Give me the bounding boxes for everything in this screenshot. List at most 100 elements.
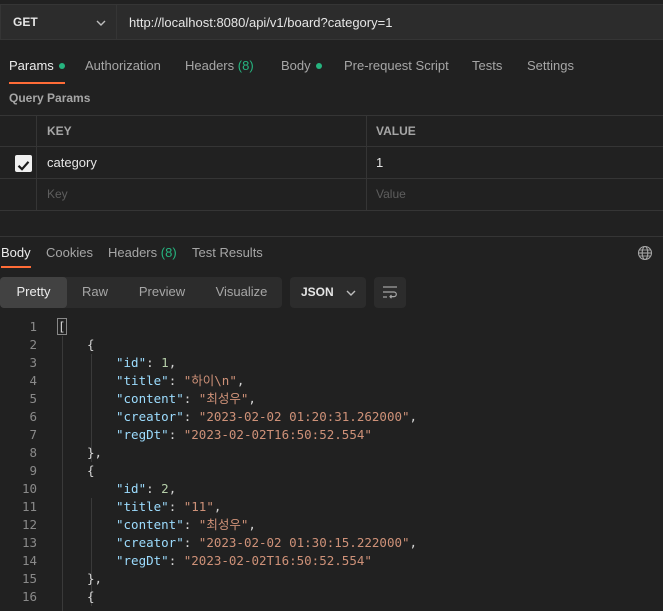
json-colon: :: [183, 535, 199, 550]
chevron-down-icon: [346, 290, 356, 296]
tab-authorization[interactable]: Authorization: [85, 52, 161, 84]
json-bracket: {: [87, 463, 95, 478]
code-line: 16 {: [0, 588, 663, 606]
new-value-field[interactable]: Value: [367, 179, 663, 211]
code-text: "title": "하이\n",: [116, 372, 244, 390]
tab-settings[interactable]: Settings: [527, 52, 574, 84]
code-line: 4 "title": "하이\n",: [0, 372, 663, 390]
code-text: "id": 1,: [116, 354, 176, 372]
json-colon: :: [183, 409, 199, 424]
view-mode-raw[interactable]: Raw: [67, 277, 123, 308]
line-number: 9: [29, 463, 37, 478]
code-line: 9{: [0, 462, 663, 480]
tab-params[interactable]: Params: [9, 52, 65, 84]
line-number: 8: [29, 445, 37, 460]
param-enabled-checkbox[interactable]: [15, 155, 32, 172]
method-label: GET: [13, 15, 38, 29]
tab-authorization-label: Authorization: [85, 58, 161, 73]
tab-cookies[interactable]: Cookies: [46, 240, 93, 268]
format-select[interactable]: JSON: [290, 277, 366, 308]
json-comma: ,: [213, 499, 222, 514]
json-comma: ,: [168, 355, 177, 370]
json-key: "title": [116, 373, 169, 388]
json-string: "2023-02-02 01:20:31.262000": [198, 409, 410, 424]
code-line: 13 "creator": "2023-02-02 01:30:15.222000…: [0, 534, 663, 552]
json-key: "creator": [116, 535, 184, 550]
response-body-viewer[interactable]: 1[2{3 "id": 1, 4 "title": "하이\n", 5 "content"…: [0, 318, 663, 611]
check-icon: [17, 161, 30, 171]
code-line: 15},: [0, 570, 663, 588]
line-number: 16: [21, 589, 37, 604]
code-text: "id": 2,: [116, 480, 176, 498]
json-string: "11": [183, 499, 214, 514]
param-value-field[interactable]: 1: [367, 147, 663, 179]
url-input[interactable]: http://localhost:8080/api/v1/board?categ…: [116, 4, 663, 40]
json-bracket: {: [87, 589, 95, 604]
method-select[interactable]: GET: [0, 4, 116, 40]
json-key: "content": [116, 517, 184, 532]
json-key: "id": [116, 481, 147, 496]
globe-icon[interactable]: [637, 245, 653, 261]
json-key: "id": [116, 355, 147, 370]
json-comma: ,: [248, 517, 256, 532]
table-row: category 1: [0, 147, 663, 179]
json-string: "최성우": [198, 391, 249, 406]
empty-checkbox-cell: [0, 179, 37, 211]
tab-headers[interactable]: Headers (8): [185, 52, 254, 84]
code-text: "creator": "2023-02-02 01:30:15.222000",: [116, 534, 417, 552]
url-text: http://localhost:8080/api/v1/board?categ…: [129, 14, 393, 30]
line-number: 14: [21, 553, 37, 568]
json-comma: ,: [168, 481, 177, 496]
tab-response-headers-label: Headers: [108, 245, 158, 260]
json-colon: :: [146, 355, 162, 370]
tab-pre-request-script[interactable]: Pre-request Script: [344, 52, 449, 84]
tab-body[interactable]: Body: [281, 52, 322, 84]
format-label: JSON: [301, 285, 334, 299]
tab-test-results[interactable]: Test Results: [192, 240, 263, 268]
line-number: 5: [29, 391, 37, 406]
json-colon: :: [146, 481, 162, 496]
line-number: 4: [29, 373, 37, 388]
view-mode-pretty[interactable]: Pretty: [0, 277, 67, 308]
code-line: 10 "id": 2,: [0, 480, 663, 498]
json-string: "하이\n": [183, 373, 237, 388]
chevron-down-icon: [96, 20, 106, 26]
panel-divider[interactable]: [0, 236, 663, 237]
tab-response-body-label: Body: [1, 245, 31, 260]
code-line: 11 "title": "11",: [0, 498, 663, 516]
json-bracket: },: [87, 445, 103, 460]
tab-headers-label: Headers: [185, 58, 235, 73]
tab-body-label: Body: [281, 58, 311, 73]
column-key-header: KEY: [37, 116, 367, 148]
tab-response-body[interactable]: Body: [1, 240, 31, 268]
json-colon: :: [183, 517, 199, 532]
tab-tests[interactable]: Tests: [472, 52, 502, 84]
json-number: 1: [161, 355, 169, 370]
line-number: 10: [21, 481, 37, 496]
json-comma: ,: [236, 373, 245, 388]
code-lines: 1[2{3 "id": 1, 4 "title": "하이\n", 5 "content"…: [0, 318, 663, 606]
wrap-icon: [383, 286, 397, 299]
line-number: 6: [29, 409, 37, 424]
code-line: 5 "content": "최성우",: [0, 390, 663, 408]
param-key-field[interactable]: category: [37, 147, 367, 179]
active-tab-indicator: [1, 266, 31, 268]
code-text: "content": "최성우",: [116, 390, 256, 408]
line-number: 2: [29, 337, 37, 352]
tab-settings-label: Settings: [527, 58, 574, 73]
body-status-dot: [315, 62, 322, 69]
row-checkbox-cell: [0, 147, 37, 179]
code-text: {: [87, 336, 95, 354]
tab-response-headers[interactable]: Headers (8): [108, 240, 177, 268]
code-line: 2{: [0, 336, 663, 354]
new-key-field[interactable]: Key: [37, 179, 367, 211]
wrap-lines-button[interactable]: [374, 277, 406, 308]
view-mode-visualize[interactable]: Visualize: [201, 277, 282, 308]
header-checkbox-cell: [0, 116, 37, 148]
code-line: 8},: [0, 444, 663, 462]
view-mode-preview[interactable]: Preview: [123, 277, 201, 308]
json-colon: :: [168, 373, 184, 388]
json-string: "2023-02-02T16:50:52.554": [183, 427, 372, 442]
code-text: },: [87, 570, 102, 588]
code-line: 6 "creator": "2023-02-02 01:20:31.262000"…: [0, 408, 663, 426]
